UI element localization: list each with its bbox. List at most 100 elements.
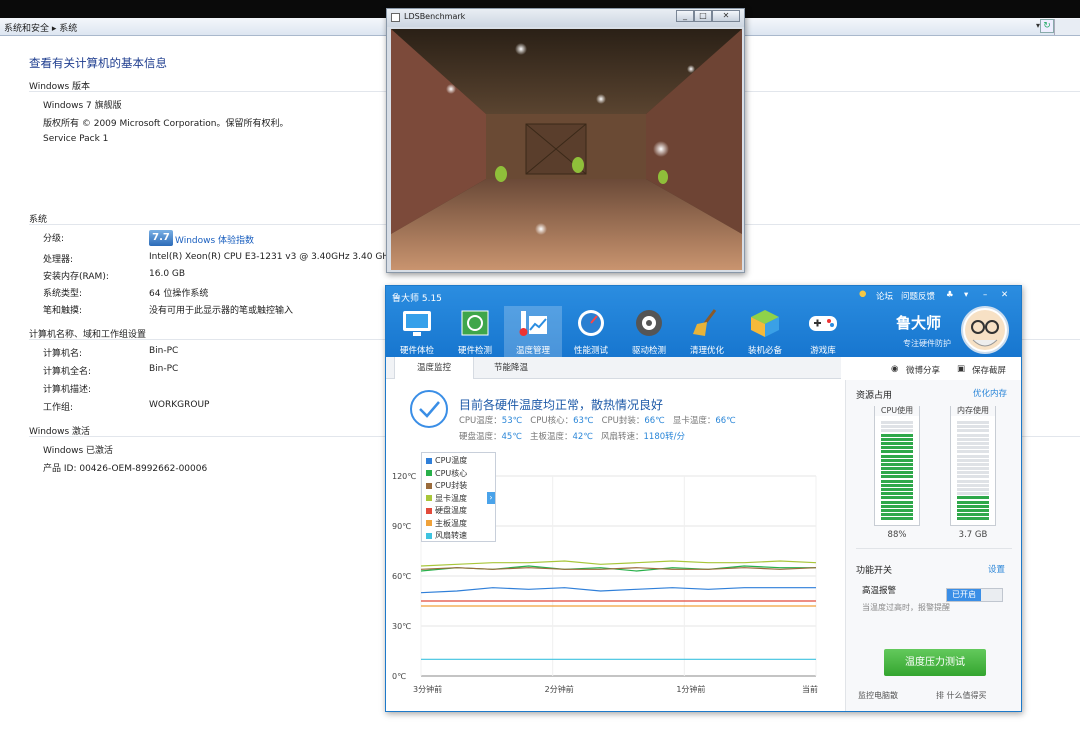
nav-hardware-check[interactable]: 硬件体检 [388, 306, 446, 357]
tab-temp-monitor[interactable]: 温度监控 [394, 357, 474, 379]
weibo-icon[interactable]: ◉ [891, 364, 898, 374]
refresh-icon[interactable]: ↻ [1040, 19, 1054, 33]
usage-bar-segment [881, 421, 913, 424]
legend-swatch [426, 507, 432, 514]
legend-item[interactable]: 风扇转速 [426, 530, 467, 541]
window-titlebar[interactable]: LDSBenchmark _ □ ✕ [387, 9, 744, 27]
gauge-icon [575, 308, 607, 338]
optimize-memory-link[interactable]: 优化内存 [973, 387, 1007, 399]
usage-bar-segment [957, 492, 989, 496]
usage-bar-segment [957, 441, 989, 445]
nav-driver[interactable]: 驱动检测 [620, 306, 678, 357]
usage-bar-segment [881, 483, 913, 487]
broom-icon [691, 308, 723, 338]
sub-tabs: 温度监控 节能降温 [386, 357, 841, 379]
pen-value: 没有可用于此显示器的笔或触控输入 [149, 306, 294, 316]
save-screenshot-link[interactable]: 保存截屏 [972, 364, 1006, 376]
usage-bar-segment [957, 446, 989, 450]
service-pack: Service Pack 1 [43, 134, 109, 144]
fullname-label: 计算机全名: [43, 367, 92, 377]
pen-label: 笔和触摸: [43, 306, 83, 316]
app-icon [391, 13, 400, 22]
usage-bar-segment [957, 437, 989, 441]
lds-benchmark-window[interactable]: LDSBenchmark _ □ ✕ [386, 8, 745, 273]
minimize-button[interactable]: _ [676, 10, 694, 22]
camera-icon[interactable]: ▣ [957, 364, 965, 374]
cname-label: 计算机名: [43, 349, 83, 359]
alarm-label: 高温报警 [862, 586, 897, 596]
x-tick-label: 2分钟前 [545, 684, 574, 694]
nav-cleanup[interactable]: 清理优化 [678, 306, 736, 357]
usage-bar-segment [957, 425, 989, 429]
legend-item[interactable]: CPU温度 [426, 455, 467, 466]
search-box[interactable] [1054, 19, 1080, 35]
tab-energy-saving[interactable]: 节能降温 [474, 357, 548, 379]
mb-temp-value: 42℃ [572, 432, 593, 442]
cpu-core-value: 63℃ [573, 416, 594, 426]
legend-label: 硬盘温度 [435, 506, 467, 515]
legend-item[interactable]: 显卡温度 [426, 493, 467, 504]
usage-bar-segment [957, 504, 989, 508]
maximize-button[interactable]: □ [694, 10, 712, 22]
workgroup-label: 工作组: [43, 403, 74, 413]
skin-icon[interactable]: ♣ [946, 290, 954, 300]
y-tick-label: 90℃ [392, 522, 411, 531]
stress-test-button[interactable]: 温度压力测试 [884, 649, 986, 676]
nav-performance[interactable]: 性能测试 [562, 306, 620, 357]
nav-temperature[interactable]: 温度管理 [504, 306, 562, 357]
wei-score-badge[interactable]: 7.7 [149, 230, 173, 246]
weibo-share-link[interactable]: 微博分享 [906, 364, 940, 376]
ludashi-window[interactable]: 鲁大师 5.15 论坛 问题反馈 ● ♣ ▾ – ✕ 硬件体检 硬件检测 温度管… [385, 285, 1022, 712]
nav-games[interactable]: 游戏库 [794, 306, 852, 357]
mascot-avatar[interactable] [961, 306, 1009, 354]
window-title: LDSBenchmark [404, 12, 466, 21]
ludashi-header: 鲁大师 5.15 论坛 问题反馈 ● ♣ ▾ – ✕ 硬件体检 硬件检测 温度管… [386, 286, 1021, 357]
desc-label: 计算机描述: [43, 385, 92, 395]
legend-collapse-icon[interactable]: › [487, 492, 495, 504]
feedback-link[interactable]: 问题反馈 [901, 290, 935, 302]
settings-link[interactable]: 设置 [988, 563, 1005, 575]
usage-bar-segment [881, 508, 913, 512]
y-tick-label: 120℃ [392, 472, 416, 481]
brand-name: 鲁大师 [895, 314, 941, 332]
app-title: 鲁大师 5.15 [392, 294, 442, 304]
alarm-description: 当温度过高时，报警提醒 [862, 603, 950, 612]
usage-bar-segment [881, 504, 913, 508]
copyright: 版权所有 © 2009 Microsoft Corporation。保留所有权利… [43, 119, 289, 129]
systype-value: 64 位操作系统 [149, 289, 209, 299]
cpu-usage-meter: CPU使用 [874, 405, 920, 526]
temp-readings-row2: 硬盘温度：45℃ 主板温度：42℃ 风扇转速：1180转/分 [459, 432, 686, 442]
legend-label: CPU核心 [435, 468, 468, 478]
legend-item[interactable]: CPU封装 [426, 480, 467, 491]
usage-bar-segment [881, 429, 913, 433]
breadcrumb[interactable]: 系统和安全 ▸ 系统 [4, 21, 77, 34]
usage-bar-segment [957, 483, 989, 487]
medal-icon[interactable]: ● [859, 289, 866, 299]
rating-label: 分级: [43, 234, 65, 244]
x-tick-label: 当前 [802, 684, 818, 694]
memory-usage-meter: 内存使用 [950, 405, 996, 526]
close-button[interactable]: ✕ [1001, 290, 1008, 300]
thermometer-icon [517, 308, 549, 338]
forum-link[interactable]: 论坛 [876, 290, 893, 302]
close-button[interactable]: ✕ [712, 10, 740, 22]
usage-bar-segment [881, 437, 913, 441]
systype-label: 系统类型: [43, 289, 83, 299]
wei-link[interactable]: Windows 体验指数 [175, 233, 254, 246]
y-tick-label: 0℃ [392, 672, 406, 681]
gpu-temp-value: 66℃ [715, 416, 736, 426]
usage-bar-segment [957, 421, 989, 424]
usage-bar-segment [957, 500, 989, 504]
nav-essentials[interactable]: 装机必备 [736, 306, 794, 357]
legend-item[interactable]: 主板温度 [426, 518, 467, 529]
nav-hardware-detect[interactable]: 硬件检测 [446, 306, 504, 357]
chart-legend: CPU温度 CPU核心 CPU封装显卡温度硬盘温度主板温度 风扇转速 [421, 452, 496, 542]
minimize-button[interactable]: – [983, 290, 987, 300]
alarm-toggle[interactable]: 已开启 [946, 588, 1003, 602]
menu-icon[interactable]: ▾ [964, 290, 968, 300]
watermark-text: 排 什么值得买 [936, 691, 987, 700]
benchmark-render-scene [391, 29, 742, 270]
legend-item[interactable]: 硬盘温度 [426, 505, 467, 516]
processor-value: Intel(R) Xeon(R) CPU E3-1231 v3 @ 3.40GH… [149, 252, 394, 262]
legend-item[interactable]: CPU核心 [426, 468, 467, 479]
